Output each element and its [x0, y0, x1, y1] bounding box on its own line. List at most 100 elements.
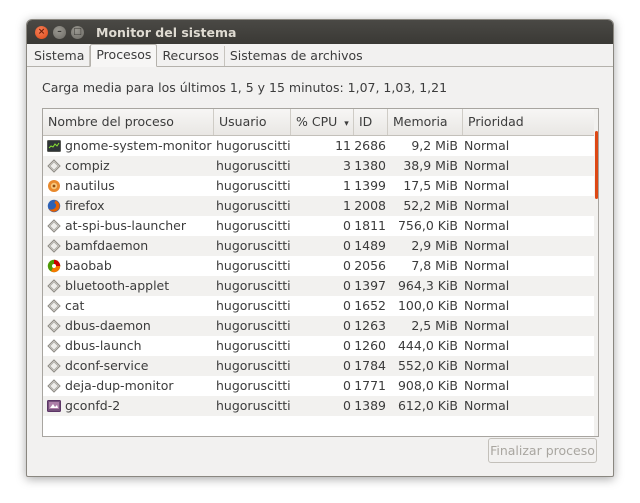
- process-name-cell: bamfdaemon: [47, 236, 213, 256]
- process-priority: Normal: [464, 318, 510, 333]
- process-user: hugoruscitti: [216, 158, 291, 173]
- sort-descending-icon: ▾: [344, 119, 349, 129]
- process-user: hugoruscitti: [216, 378, 291, 393]
- column-header-name[interactable]: Nombre del proceso: [43, 109, 214, 135]
- table-row[interactable]: compiz hugoruscitti 3 1380 38,9 MiB Normal: [43, 156, 594, 176]
- column-header-priority[interactable]: Prioridad: [463, 109, 594, 135]
- process-id: 1260: [354, 338, 386, 353]
- column-header-memory[interactable]: Memoria: [388, 109, 463, 135]
- process-memory: 52,2 MiB: [403, 198, 458, 213]
- system-monitor-window: × – □ Monitor del sistema Sistema Proces…: [26, 19, 614, 477]
- vertical-scrollbar[interactable]: [594, 109, 598, 436]
- minimize-window-icon[interactable]: –: [53, 25, 66, 39]
- process-name-cell: cat: [47, 296, 213, 316]
- process-id: 1397: [354, 278, 386, 293]
- table-row[interactable]: nautilus hugoruscitti 1 1399 17,5 MiB Normal: [43, 176, 594, 196]
- table-row[interactable]: at-spi-bus-launcher hugoruscitti 0 1811 756,…: [43, 216, 594, 236]
- generic-process-icon: [47, 359, 61, 373]
- process-user: hugoruscitti: [216, 178, 291, 193]
- process-priority: Normal: [464, 358, 510, 373]
- process-priority: Normal: [464, 218, 510, 233]
- process-name: nautilus: [65, 178, 115, 193]
- table-row[interactable]: firefox hugoruscitti 1 2008 52,2 MiB Normal: [43, 196, 594, 216]
- table-row[interactable]: dbus-daemon hugoruscitti 0 1263 2,5 MiB Norma…: [43, 316, 594, 336]
- table-row[interactable]: dbus-launch hugoruscitti 0 1260 444,0 KiB Nor…: [43, 336, 594, 356]
- process-name: baobab: [65, 258, 112, 273]
- process-user: hugoruscitti: [216, 318, 291, 333]
- generic-process-icon: [47, 239, 61, 253]
- process-name-cell: dbus-launch: [47, 336, 213, 356]
- process-name: at-spi-bus-launcher: [65, 218, 186, 233]
- title-bar: × – □ Monitor del sistema: [27, 20, 613, 44]
- process-cpu: 1: [343, 178, 351, 193]
- column-header-cpu[interactable]: % CPU ▾: [291, 109, 354, 135]
- process-name-cell: dbus-daemon: [47, 316, 213, 336]
- process-cpu: 11: [335, 138, 351, 153]
- process-memory: 964,3 KiB: [397, 278, 458, 293]
- process-memory: 100,0 KiB: [397, 298, 458, 313]
- process-memory: 17,5 MiB: [403, 178, 458, 193]
- process-user: hugoruscitti: [216, 278, 291, 293]
- process-name: dbus-launch: [65, 338, 142, 353]
- table-row[interactable]: gconfd-2 hugoruscitti 0 1389 612,0 KiB Normal: [43, 396, 594, 416]
- process-memory: 7,8 MiB: [411, 258, 458, 273]
- process-cpu: 0: [343, 278, 351, 293]
- process-user: hugoruscitti: [216, 198, 291, 213]
- process-name-cell: firefox: [47, 196, 213, 216]
- process-id: 1263: [354, 318, 386, 333]
- process-priority: Normal: [464, 198, 510, 213]
- process-id: 2056: [354, 258, 386, 273]
- process-cpu: 0: [343, 238, 351, 253]
- tab-recursos[interactable]: Recursos: [157, 46, 225, 66]
- process-priority: Normal: [464, 258, 510, 273]
- process-name-cell: deja-dup-monitor: [47, 376, 213, 396]
- process-id: 2008: [354, 198, 386, 213]
- process-id: 1652: [354, 298, 386, 313]
- process-user: hugoruscitti: [216, 358, 291, 373]
- process-cpu: 3: [343, 158, 351, 173]
- table-row[interactable]: deja-dup-monitor hugoruscitti 0 1771 908,0 K…: [43, 376, 594, 396]
- close-window-icon[interactable]: ×: [35, 25, 48, 39]
- column-header-id[interactable]: ID: [354, 109, 388, 135]
- generic-process-icon: [47, 339, 61, 353]
- table-row[interactable]: gnome-system-monitor hugoruscitti 11 2686 9,…: [43, 136, 594, 156]
- process-user: hugoruscitti: [216, 238, 291, 253]
- process-memory: 908,0 KiB: [397, 378, 458, 393]
- window-title: Monitor del sistema: [96, 24, 237, 40]
- process-name-cell: bluetooth-applet: [47, 276, 213, 296]
- maximize-window-icon[interactable]: □: [71, 25, 84, 39]
- tab-sistemas-de-archivos[interactable]: Sistemas de archivos: [225, 46, 368, 66]
- process-memory: 2,9 MiB: [411, 238, 458, 253]
- end-process-button[interactable]: Finalizar proceso: [488, 438, 597, 463]
- process-user: hugoruscitti: [216, 138, 291, 153]
- tab-procesos[interactable]: Procesos: [90, 44, 158, 67]
- process-name-cell: dconf-service: [47, 356, 213, 376]
- process-priority: Normal: [464, 178, 510, 193]
- generic-process-icon: [47, 319, 61, 333]
- table-row[interactable]: baobab hugoruscitti 0 2056 7,8 MiB Normal: [43, 256, 594, 276]
- table-row[interactable]: dconf-service hugoruscitti 0 1784 552,0 KiB N…: [43, 356, 594, 376]
- process-cpu: 0: [343, 258, 351, 273]
- gconfd-icon: [47, 399, 61, 413]
- process-priority: Normal: [464, 378, 510, 393]
- process-name: dbus-daemon: [65, 318, 151, 333]
- process-priority: Normal: [464, 278, 510, 293]
- process-name-cell: compiz: [47, 156, 213, 176]
- column-header-user[interactable]: Usuario: [214, 109, 291, 135]
- scrollbar-thumb[interactable]: [595, 131, 598, 199]
- process-name-cell: at-spi-bus-launcher: [47, 216, 213, 236]
- process-cpu: 0: [343, 338, 351, 353]
- process-memory: 756,0 KiB: [397, 218, 458, 233]
- process-name: gconfd-2: [65, 398, 121, 413]
- process-name-cell: nautilus: [47, 176, 213, 196]
- process-memory: 9,2 MiB: [411, 138, 458, 153]
- process-id: 1784: [354, 358, 386, 373]
- tab-sistema[interactable]: Sistema: [29, 46, 91, 66]
- table-row[interactable]: bluetooth-applet hugoruscitti 0 1397 964,3 K…: [43, 276, 594, 296]
- process-user: hugoruscitti: [216, 338, 291, 353]
- nautilus-icon: [47, 179, 61, 193]
- table-row[interactable]: cat hugoruscitti 0 1652 100,0 KiB Normal: [43, 296, 594, 316]
- table-row[interactable]: bamfdaemon hugoruscitti 0 1489 2,9 MiB Normal: [43, 236, 594, 256]
- process-name: dconf-service: [65, 358, 149, 373]
- process-memory: 2,5 MiB: [411, 318, 458, 333]
